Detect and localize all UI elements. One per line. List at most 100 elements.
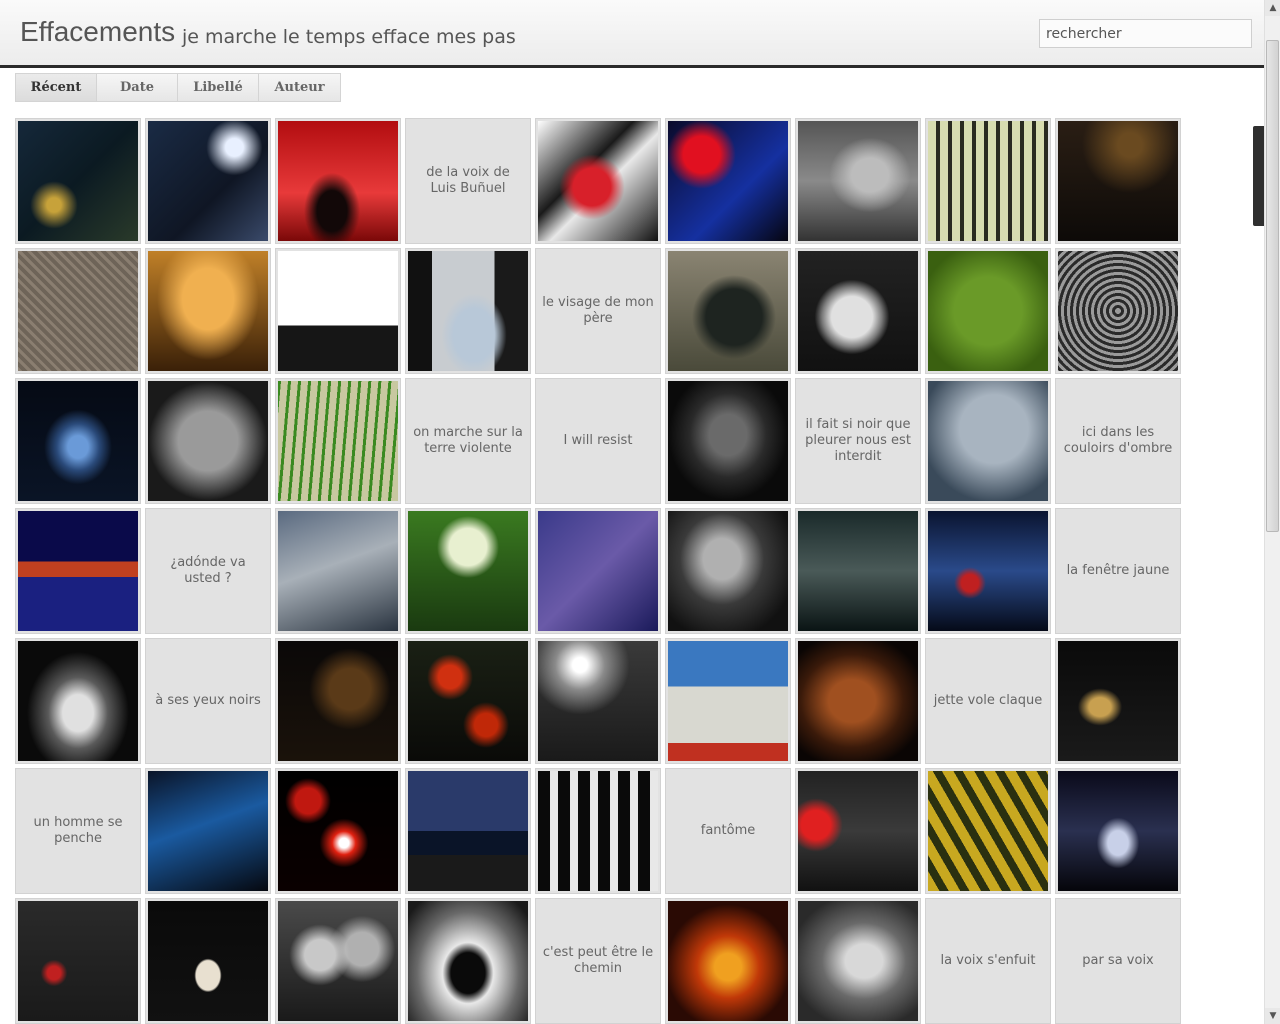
tile-label: à ses yeux noirs [155,693,261,708]
sort-tabs: Récent Date Libellé Auteur [15,73,341,102]
image-tile[interactable] [15,118,141,244]
thumbnail-image [798,121,918,241]
text-tile[interactable]: fantôme [665,768,791,894]
image-tile[interactable] [15,638,141,764]
vertical-scrollbar[interactable]: ▲ ▼ [1264,0,1280,1024]
image-tile[interactable] [275,248,401,374]
tab-author[interactable]: Auteur [259,74,340,101]
image-tile[interactable] [795,118,921,244]
image-tile[interactable] [665,248,791,374]
thumbnail-image [148,251,268,371]
image-tile[interactable] [145,378,271,504]
image-tile[interactable] [665,898,791,1024]
image-tile[interactable] [925,508,1051,634]
image-tile[interactable] [665,508,791,634]
image-tile[interactable] [795,898,921,1024]
text-tile[interactable]: la voix s'enfuit [925,898,1051,1024]
image-tile[interactable] [145,118,271,244]
image-tile[interactable] [405,768,531,894]
tab-date[interactable]: Date [97,74,178,101]
text-tile[interactable]: on marche sur la terre violente [405,378,531,504]
image-tile[interactable] [665,118,791,244]
site-tagline: je marche le temps efface mes pas [182,26,516,48]
thumbnail-image [18,251,138,371]
tile-label: ¿adónde va usted ? [170,555,246,586]
image-tile[interactable] [145,768,271,894]
tile-label: fantôme [700,823,756,838]
image-tile[interactable] [275,768,401,894]
tile-label: I will resist [563,433,633,448]
image-tile[interactable] [795,248,921,374]
tile-label: le visage de mon père [542,295,654,326]
thumbnail-image [668,121,788,241]
image-tile[interactable] [925,768,1051,894]
thumbnail-image [148,381,268,501]
image-tile[interactable] [405,898,531,1024]
image-tile[interactable] [925,118,1051,244]
tile-label: la fenêtre jaune [1066,563,1170,578]
text-tile[interactable]: c'est peut être le chemin [535,898,661,1024]
image-tile[interactable] [275,638,401,764]
tile-label: par sa voix [1082,953,1154,968]
thumbnail-image [1058,641,1178,761]
text-tile[interactable]: un homme se penche [15,768,141,894]
image-tile[interactable] [795,768,921,894]
scroll-thumb[interactable] [1266,40,1279,532]
text-tile[interactable]: ici dans les couloirs d'ombre [1055,378,1181,504]
thumbnail-image [668,251,788,371]
image-tile[interactable] [535,638,661,764]
image-tile[interactable] [405,508,531,634]
image-tile[interactable] [15,898,141,1024]
image-tile[interactable] [925,248,1051,374]
thumbnail-image [538,641,658,761]
image-tile[interactable] [1055,768,1181,894]
text-tile[interactable]: jette vole claque [925,638,1051,764]
image-tile[interactable] [275,118,401,244]
image-tile[interactable] [275,378,401,504]
image-tile[interactable] [535,768,661,894]
text-tile[interactable]: il fait si noir que pleurer nous est int… [795,378,921,504]
image-tile[interactable] [1055,638,1181,764]
image-tile[interactable] [405,638,531,764]
side-tab[interactable] [1253,126,1264,226]
tab-label[interactable]: Libellé [178,74,259,101]
scroll-down-icon[interactable]: ▼ [1265,1008,1280,1024]
search-input[interactable] [1039,19,1252,48]
image-tile[interactable] [145,898,271,1024]
scroll-up-icon[interactable]: ▲ [1265,0,1280,16]
thumbnail-image [278,251,398,371]
thumbnail-image [1058,121,1178,241]
text-tile[interactable]: le visage de mon père [535,248,661,374]
image-tile[interactable] [15,378,141,504]
text-tile[interactable]: I will resist [535,378,661,504]
image-tile[interactable] [405,248,531,374]
image-tile[interactable] [665,378,791,504]
thumbnail-image [148,771,268,891]
thumbnail-image [278,901,398,1021]
text-tile[interactable]: la fenêtre jaune [1055,508,1181,634]
tab-recent[interactable]: Récent [16,74,97,101]
image-tile[interactable] [795,638,921,764]
image-tile[interactable] [275,898,401,1024]
image-tile[interactable] [665,638,791,764]
thumbnail-image [278,771,398,891]
image-tile[interactable] [535,508,661,634]
image-tile[interactable] [275,508,401,634]
image-tile[interactable] [15,248,141,374]
thumbnail-image [668,641,788,761]
image-tile[interactable] [1055,118,1181,244]
site-title[interactable]: Effacements [20,16,175,48]
image-tile[interactable] [15,508,141,634]
text-tile[interactable]: à ses yeux noirs [145,638,271,764]
thumbnail-image [798,901,918,1021]
image-tile[interactable] [925,378,1051,504]
text-tile[interactable]: par sa voix [1055,898,1181,1024]
thumbnail-image [798,771,918,891]
image-tile[interactable] [535,118,661,244]
image-tile[interactable] [795,508,921,634]
tile-label: la voix s'enfuit [940,953,1036,968]
text-tile[interactable]: ¿adónde va usted ? [145,508,271,634]
image-tile[interactable] [145,248,271,374]
image-tile[interactable] [1055,248,1181,374]
text-tile[interactable]: de la voix de Luis Buñuel [405,118,531,244]
